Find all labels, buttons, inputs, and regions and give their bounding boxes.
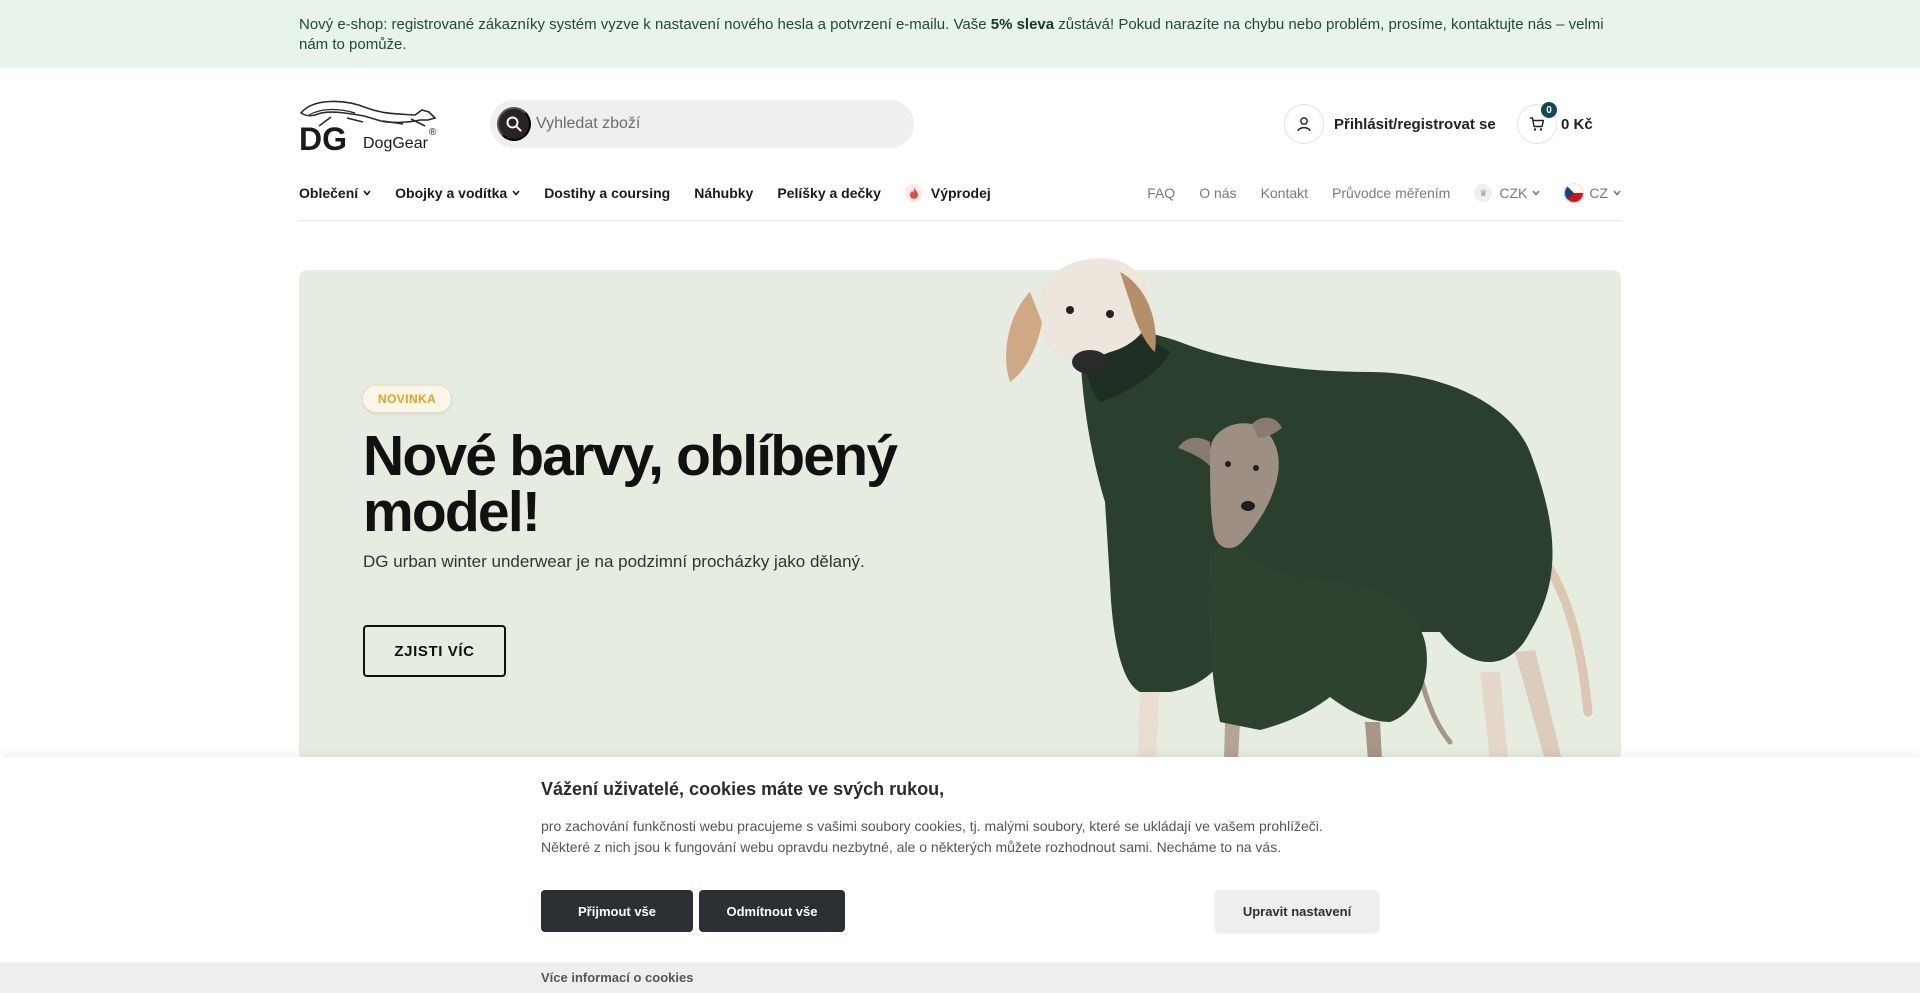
hero-title: Nové barvy, oblíbený model! [363, 424, 898, 544]
search-input[interactable] [536, 100, 896, 148]
fire-icon [904, 184, 923, 202]
nav-item-o-nas[interactable]: O nás [1199, 185, 1236, 201]
doggear-logo[interactable]: DG DogGear ® [299, 96, 441, 157]
greyhound-dogs-image [1006, 258, 1593, 760]
cookie-text-line-2: Některé z nich jsou k fungování webu opr… [541, 839, 1282, 855]
nav-item-label: Kontakt [1260, 185, 1309, 201]
nav-item-label: Výprodej [930, 185, 991, 201]
language-selector[interactable]: CZ [1564, 183, 1621, 203]
nav-item-kontakt[interactable]: Kontakt [1261, 185, 1308, 201]
cookie-settings-button[interactable]: Upravit nastavení [1215, 890, 1379, 932]
nav-item-label: Náhubky [694, 185, 754, 201]
hero-subtitle: DG urban winter underwear je na podzimní… [363, 552, 865, 571]
nav-item-label: Dostihy a coursing [544, 185, 671, 201]
cookie-description: pro zachování funkčnosti webu pracujeme … [541, 816, 1401, 858]
czech-flag-icon [1564, 183, 1585, 203]
cart-count-badge: 0 [1541, 102, 1557, 118]
cart-button[interactable]: 0 0 Kč [1517, 102, 1593, 144]
cookie-more-info-bar: Více informací o cookies [0, 963, 1920, 993]
learn-more-button[interactable]: ZJISTI VÍC [363, 625, 506, 677]
search-icon [506, 116, 522, 132]
nav-item-pruvodce-merenim[interactable]: Průvodce měřením [1332, 185, 1450, 201]
nav-item-label: Pelíšky a dečky [777, 185, 881, 201]
discount-highlight: 5% sleva [990, 16, 1055, 33]
greyhound-logo-icon: DG DogGear ® [299, 100, 437, 157]
chevron-down-icon [363, 190, 371, 196]
user-icon [1284, 104, 1324, 144]
currency-label: CZK [1499, 185, 1528, 201]
logo-mark: DG [299, 121, 347, 152]
login-register-link[interactable]: Přihlásit/registrovat se [1284, 104, 1496, 144]
announcement-text-start: Nový e-shop: registrované zákazníky syst… [299, 16, 991, 33]
search-button[interactable] [497, 107, 531, 141]
login-label: Přihlásit/registrovat se [1334, 115, 1496, 133]
cookie-text-line-1: pro zachování funkčnosti webu pracujeme … [541, 818, 1323, 834]
cookie-title: Vážení uživatelé, cookies máte ve svých … [541, 779, 945, 799]
announcement-text: Nový e-shop: registrované zákazníky syst… [299, 15, 1621, 55]
nav-item-pelisky-a-decky[interactable]: Pelíšky a dečky [777, 185, 881, 201]
header-divider [299, 220, 1621, 221]
main-navigation: Oblečení Obojky a vodítka Dostihy a cour… [299, 183, 1015, 203]
accept-all-cookies-button[interactable]: Přijmout vše [541, 890, 693, 932]
nav-item-obleceni[interactable]: Oblečení [299, 185, 371, 201]
nav-item-dostihy-a-coursing[interactable]: Dostihy a coursing [544, 185, 670, 201]
logo-brand-name: DogGear [363, 135, 429, 152]
logo-registered-mark: ® [429, 127, 437, 138]
nav-item-vyprodej[interactable]: Výprodej [904, 184, 991, 202]
currency-selector[interactable]: ♛ CZK [1474, 184, 1540, 202]
crown-icon: ♛ [1474, 184, 1493, 202]
nav-item-nahubky[interactable]: Náhubky [694, 185, 753, 201]
reject-all-cookies-button[interactable]: Odmítnout vše [699, 890, 845, 932]
nav-item-label: FAQ [1147, 185, 1176, 201]
nav-item-label: O nás [1199, 185, 1237, 201]
chevron-down-icon [1532, 190, 1540, 196]
cart-total: 0 Kč [1561, 115, 1593, 133]
announcement-bar: Nový e-shop: registrované zákazníky syst… [0, 0, 1920, 68]
nav-item-label: Průvodce měřením [1332, 185, 1451, 201]
language-label: CZ [1589, 185, 1608, 201]
secondary-navigation: FAQ O nás Kontakt Průvodce měřením ♛ CZK… [1123, 183, 1621, 203]
nav-item-obojky-a-voditka[interactable]: Obojky a vodítka [395, 185, 520, 201]
cookie-more-info-link[interactable]: Více informací o cookies [541, 970, 693, 985]
cookie-consent-panel: Vážení uživatelé, cookies máte ve svých … [0, 757, 1920, 993]
nav-item-label: Oblečení [299, 185, 359, 201]
nav-item-faq[interactable]: FAQ [1147, 185, 1175, 201]
new-badge: NOVINKA [363, 386, 452, 412]
chevron-down-icon [1613, 190, 1621, 196]
nav-item-label: Obojky a vodítka [395, 185, 508, 201]
chevron-down-icon [512, 190, 520, 196]
search-bar [490, 100, 914, 148]
